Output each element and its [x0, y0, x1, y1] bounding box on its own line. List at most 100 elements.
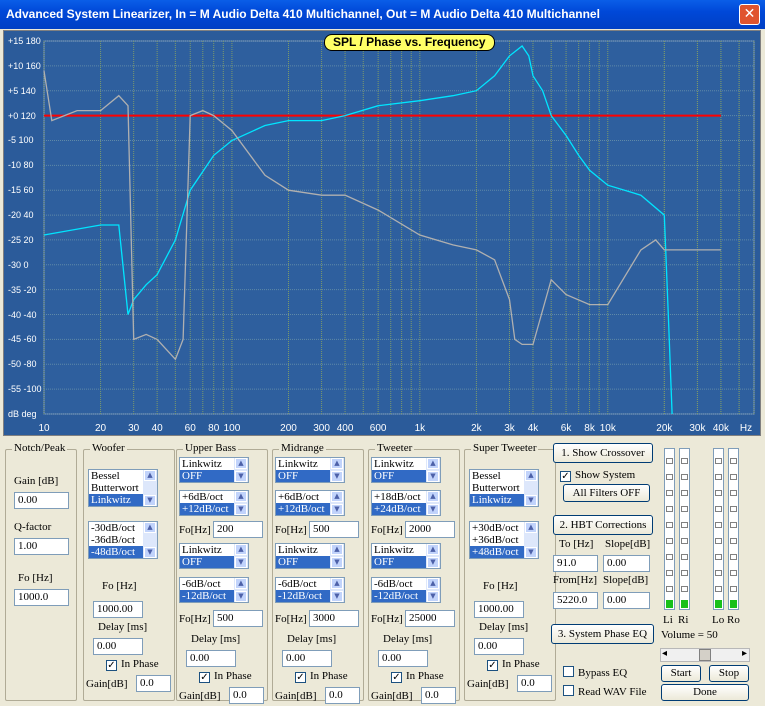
delay-input[interactable]: 0.00 — [474, 638, 524, 655]
gain-input[interactable]: 0.0 — [325, 687, 360, 704]
arrow-down-icon[interactable]: ▼ — [235, 504, 247, 515]
checkbox-box[interactable] — [563, 685, 574, 696]
checkbox-box[interactable]: ✓ — [295, 672, 306, 683]
delay-input[interactable]: 0.00 — [93, 638, 143, 655]
lowpass-slope-select[interactable]: -6dB/oct -12dB/oct ▲ ▼ — [371, 577, 441, 603]
filter-type-select[interactable]: Bessel Butterwort Linkwitz ▲ ▼ — [469, 469, 539, 507]
fo-input[interactable]: 1000.00 — [93, 601, 143, 618]
scrollbar[interactable]: ▲ ▼ — [426, 458, 440, 482]
scrollbar[interactable]: ▲ ▼ — [330, 578, 344, 602]
show-system-checkbox[interactable]: ✓ Show System — [560, 469, 635, 482]
notch-q-input[interactable]: 1.00 — [14, 538, 69, 555]
arrow-left-icon[interactable]: ◂ — [662, 648, 667, 659]
arrow-up-icon[interactable]: ▲ — [427, 544, 439, 555]
lowpass-type-select[interactable]: Linkwitz OFF ▲ ▼ — [275, 543, 345, 569]
checkbox-box[interactable]: ✓ — [391, 672, 402, 683]
scrollbar[interactable]: ▲ ▼ — [143, 522, 157, 558]
arrow-down-icon[interactable]: ▼ — [144, 547, 156, 558]
notch-fo-input[interactable]: 1000.0 — [14, 589, 69, 606]
all-filters-off-button[interactable]: All Filters OFF — [563, 484, 650, 502]
arrow-down-icon[interactable]: ▼ — [144, 495, 156, 506]
delay-input[interactable]: 0.00 — [186, 650, 236, 667]
highpass-slope-select[interactable]: +18dB/oct +24dB/oct ▲ ▼ — [371, 490, 441, 516]
arrow-up-icon[interactable]: ▲ — [331, 578, 343, 589]
fo-highpass-input[interactable]: 2000 — [405, 521, 455, 538]
fo-lowpass-input[interactable]: 3000 — [309, 610, 359, 627]
scrollbar[interactable]: ▲ ▼ — [426, 578, 440, 602]
volume-thumb[interactable] — [699, 649, 711, 661]
arrow-up-icon[interactable]: ▲ — [331, 491, 343, 502]
scrollbar[interactable]: ▲ ▼ — [234, 544, 248, 568]
scrollbar[interactable]: ▲ ▼ — [330, 544, 344, 568]
arrow-up-icon[interactable]: ▲ — [525, 522, 537, 533]
scrollbar[interactable]: ▲ ▼ — [234, 458, 248, 482]
stop-button[interactable]: Stop — [709, 665, 749, 682]
read-wav-checkbox[interactable]: Read WAV File — [563, 685, 646, 698]
highpass-type-select[interactable]: Linkwitz OFF ▲ ▼ — [371, 457, 441, 483]
notch-gain-input[interactable]: 0.00 — [14, 492, 69, 509]
arrow-down-icon[interactable]: ▼ — [525, 547, 537, 558]
lowpass-slope-select[interactable]: -6dB/oct -12dB/oct ▲ ▼ — [179, 577, 249, 603]
from-slope-input[interactable]: 0.00 — [603, 592, 650, 609]
scrollbar[interactable]: ▲ ▼ — [330, 491, 344, 515]
to-input[interactable]: 91.0 — [553, 555, 598, 572]
arrow-up-icon[interactable]: ▲ — [235, 544, 247, 555]
highpass-type-select[interactable]: Linkwitz OFF ▲ ▼ — [275, 457, 345, 483]
scrollbar[interactable]: ▲ ▼ — [234, 491, 248, 515]
delay-input[interactable]: 0.00 — [282, 650, 332, 667]
arrow-up-icon[interactable]: ▲ — [427, 578, 439, 589]
checkbox-box[interactable]: ✓ — [106, 660, 117, 671]
arrow-down-icon[interactable]: ▼ — [331, 504, 343, 515]
filter-slope-select[interactable]: -30dB/oct -36dB/oct -48dB/oct ▲ ▼ — [88, 521, 158, 559]
arrow-up-icon[interactable]: ▲ — [235, 491, 247, 502]
arrow-down-icon[interactable]: ▼ — [427, 557, 439, 568]
fo-lowpass-input[interactable]: 500 — [213, 610, 263, 627]
highpass-slope-select[interactable]: +6dB/oct +12dB/oct ▲ ▼ — [275, 490, 345, 516]
highpass-type-select[interactable]: Linkwitz OFF ▲ ▼ — [179, 457, 249, 483]
arrow-down-icon[interactable]: ▼ — [525, 495, 537, 506]
lowpass-slope-select[interactable]: -6dB/oct -12dB/oct ▲ ▼ — [275, 577, 345, 603]
in-phase-checkbox[interactable]: ✓ In Phase — [487, 658, 540, 671]
from-input[interactable]: 5220.0 — [553, 592, 598, 609]
arrow-up-icon[interactable]: ▲ — [235, 458, 247, 469]
done-button[interactable]: Done — [661, 684, 749, 701]
arrow-down-icon[interactable]: ▼ — [331, 557, 343, 568]
scrollbar[interactable]: ▲ ▼ — [143, 470, 157, 506]
to-slope-input[interactable]: 0.00 — [603, 555, 650, 572]
arrow-up-icon[interactable]: ▲ — [331, 458, 343, 469]
arrow-up-icon[interactable]: ▲ — [235, 578, 247, 589]
checkbox-box[interactable]: ✓ — [199, 672, 210, 683]
arrow-down-icon[interactable]: ▼ — [427, 471, 439, 482]
scrollbar[interactable]: ▲ ▼ — [426, 491, 440, 515]
scrollbar[interactable]: ▲ ▼ — [234, 578, 248, 602]
arrow-up-icon[interactable]: ▲ — [427, 458, 439, 469]
gain-input[interactable]: 0.0 — [517, 675, 552, 692]
fo-highpass-input[interactable]: 200 — [213, 521, 263, 538]
gain-input[interactable]: 0.0 — [136, 675, 171, 692]
bypass-eq-checkbox[interactable]: Bypass EQ — [563, 666, 627, 679]
filter-slope-select[interactable]: +30dB/oct +36dB/oct +48dB/oct ▲ ▼ — [469, 521, 539, 559]
fo-lowpass-input[interactable]: 25000 — [405, 610, 455, 627]
gain-input[interactable]: 0.0 — [229, 687, 264, 704]
arrow-up-icon[interactable]: ▲ — [144, 470, 156, 481]
checkbox-box[interactable]: ✓ — [487, 660, 498, 671]
scrollbar[interactable]: ▲ ▼ — [524, 522, 538, 558]
arrow-down-icon[interactable]: ▼ — [235, 557, 247, 568]
hbt-corrections-button[interactable]: 2. HBT Corrections — [553, 515, 653, 535]
arrow-down-icon[interactable]: ▼ — [427, 504, 439, 515]
scrollbar[interactable]: ▲ ▼ — [330, 458, 344, 482]
scrollbar[interactable]: ▲ ▼ — [524, 470, 538, 506]
arrow-up-icon[interactable]: ▲ — [144, 522, 156, 533]
highpass-slope-select[interactable]: +6dB/oct +12dB/oct ▲ ▼ — [179, 490, 249, 516]
in-phase-checkbox[interactable]: ✓ In Phase — [199, 670, 252, 683]
lowpass-type-select[interactable]: Linkwitz OFF ▲ ▼ — [371, 543, 441, 569]
filter-type-select[interactable]: Bessel Butterwort Linkwitz ▲ ▼ — [88, 469, 158, 507]
arrow-down-icon[interactable]: ▼ — [331, 591, 343, 602]
arrow-up-icon[interactable]: ▲ — [427, 491, 439, 502]
gain-input[interactable]: 0.0 — [421, 687, 456, 704]
checkbox-box[interactable] — [563, 666, 574, 677]
arrow-down-icon[interactable]: ▼ — [235, 471, 247, 482]
delay-input[interactable]: 0.00 — [378, 650, 428, 667]
checkbox-box[interactable]: ✓ — [560, 471, 571, 482]
arrow-down-icon[interactable]: ▼ — [427, 591, 439, 602]
